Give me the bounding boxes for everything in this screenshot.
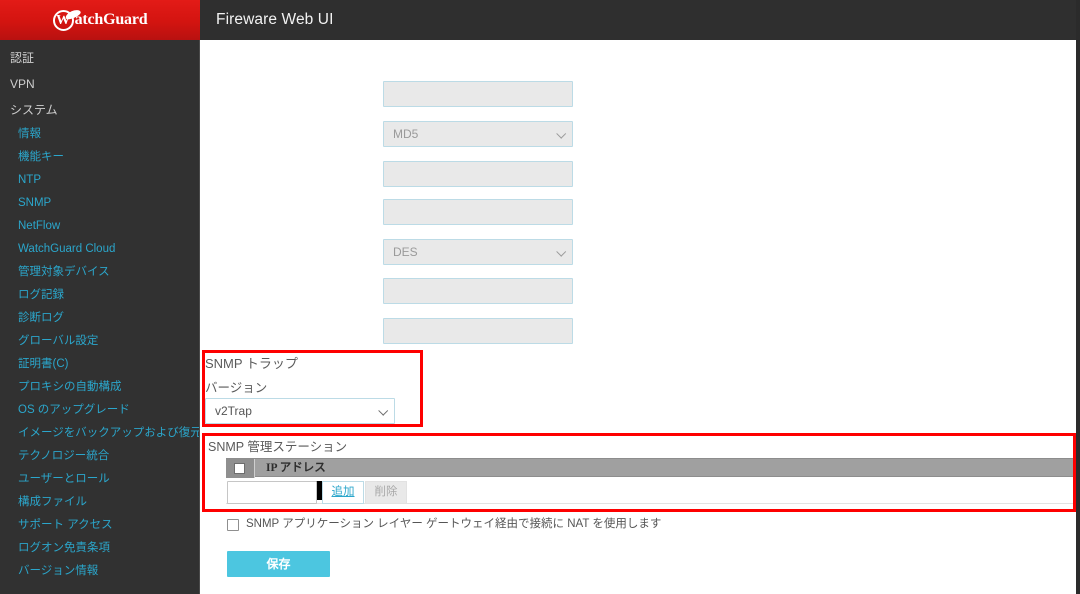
auth-protocol-select[interactable]: MD5 bbox=[383, 121, 573, 147]
app-header: W atchGuard Fireware Web UI bbox=[0, 0, 1080, 40]
sidebar-item-information[interactable]: 情報 bbox=[0, 123, 199, 146]
page-title: Fireware Web UI bbox=[216, 11, 334, 28]
sidebar-item-proxy-auto-config[interactable]: プロキシの自動構成 bbox=[0, 376, 199, 399]
table-header-row: IP アドレス bbox=[226, 458, 1074, 478]
sidebar-item-technology-integrations[interactable]: テクノロジー統合 bbox=[0, 445, 199, 468]
sidebar-item-backup-restore-image[interactable]: イメージをバックアップおよび復元する bbox=[0, 422, 199, 445]
auth-password-input[interactable] bbox=[383, 161, 573, 187]
sidebar-item-global-settings[interactable]: グローバル設定 bbox=[0, 330, 199, 353]
auth-protocol-value: MD5 bbox=[393, 127, 419, 141]
sidebar-item-vpn[interactable]: VPN bbox=[0, 71, 199, 97]
management-station-section-title: SNMP 管理ステーション bbox=[208, 440, 348, 454]
new-ip-input[interactable] bbox=[227, 481, 317, 504]
username-input[interactable] bbox=[383, 81, 573, 107]
sidebar-item-netflow[interactable]: NetFlow bbox=[0, 215, 199, 238]
privacy-protocol-select[interactable]: DES bbox=[383, 239, 573, 265]
nat-checkbox-label: SNMP アプリケーション レイヤー ゲートウェイ経由で接続に NAT を使用し… bbox=[246, 518, 662, 530]
sidebar-list: 認証 VPN システム 情報 機能キー NTP SNMP NetFlow Wat… bbox=[0, 40, 199, 583]
nat-checkbox[interactable] bbox=[227, 519, 239, 531]
sidebar-item-diagnostic-log[interactable]: 診断ログ bbox=[0, 307, 199, 330]
privacy-protocol-value: DES bbox=[393, 245, 418, 259]
checkbox-glyph bbox=[234, 463, 245, 474]
sidebar-item-support-access[interactable]: サポート アクセス bbox=[0, 514, 199, 537]
sidebar-item-feature-key[interactable]: 機能キー bbox=[0, 146, 199, 169]
watchguard-logo[interactable]: W atchGuard bbox=[0, 0, 200, 40]
logo-wrap: W atchGuard bbox=[52, 7, 148, 31]
privacy-confirm-input[interactable] bbox=[383, 318, 573, 344]
sidebar-item-certificates[interactable]: 証明書(C) bbox=[0, 353, 199, 376]
snmp-trap-version-select[interactable]: v2Trap bbox=[205, 398, 395, 424]
sidebar-item-configuration-file[interactable]: 構成ファイル bbox=[0, 491, 199, 514]
sidebar-item-snmp[interactable]: SNMP bbox=[0, 192, 199, 215]
sidebar-nav[interactable]: 認証 VPN システム 情報 機能キー NTP SNMP NetFlow Wat… bbox=[0, 40, 200, 594]
sidebar-item-about[interactable]: バージョン情報 bbox=[0, 560, 199, 583]
delete-button: 削除 bbox=[365, 481, 407, 504]
logo-text: atchGuard bbox=[74, 11, 148, 28]
sidebar-item-managed-devices[interactable]: 管理対象デバイス bbox=[0, 261, 199, 284]
select-all-checkbox[interactable] bbox=[226, 459, 255, 478]
sidebar-item-logon-disclaimer[interactable]: ログオン免責条項 bbox=[0, 537, 199, 560]
column-header-ip-address: IP アドレス bbox=[266, 462, 326, 474]
sidebar-item-users-and-roles[interactable]: ユーザーとロール bbox=[0, 468, 199, 491]
snmp-trap-version-label: バージョン bbox=[205, 381, 268, 395]
sidebar-item-logging[interactable]: ログ記録 bbox=[0, 284, 199, 307]
chevron-down-icon bbox=[556, 246, 567, 257]
auth-confirm-input[interactable] bbox=[383, 199, 573, 225]
main-content: ユーザー名 認証プロトコル MD5 パスワード 確認 プライバシー プロトコル … bbox=[200, 40, 1076, 594]
snmp-trap-section-title: SNMP トラップ bbox=[205, 356, 298, 371]
sidebar-item-watchguard-cloud[interactable]: WatchGuard Cloud bbox=[0, 238, 199, 261]
right-edge-strip bbox=[1076, 0, 1080, 594]
snmp-trap-version-value: v2Trap bbox=[215, 404, 252, 418]
save-button[interactable]: 保存 bbox=[227, 551, 330, 577]
sidebar-item-os-upgrade[interactable]: OS のアップグレード bbox=[0, 399, 199, 422]
add-button[interactable]: 追加 bbox=[322, 481, 364, 504]
chevron-down-icon bbox=[556, 128, 567, 139]
sidebar-item-system[interactable]: システム bbox=[0, 97, 199, 123]
sidebar-item-ntp[interactable]: NTP bbox=[0, 169, 199, 192]
privacy-password-input[interactable] bbox=[383, 278, 573, 304]
fireware-web-ui-window: W atchGuard Fireware Web UI 認証 VPN システム … bbox=[0, 0, 1080, 594]
chevron-down-icon bbox=[378, 405, 389, 416]
sidebar-item-authentication[interactable]: 認証 bbox=[0, 45, 199, 71]
